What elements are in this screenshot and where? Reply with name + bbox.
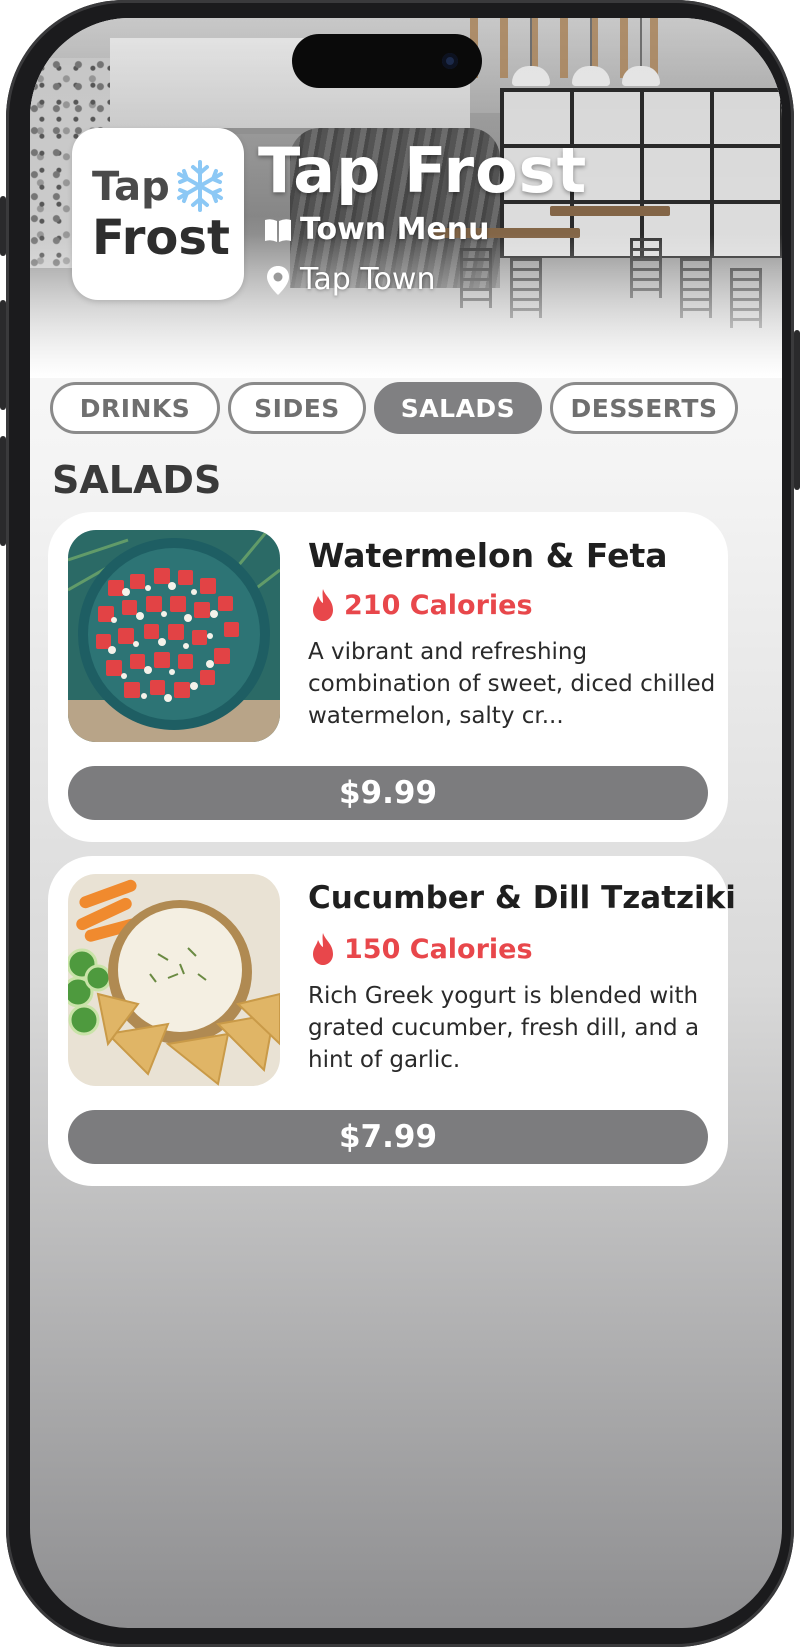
tzatziki-photo — [68, 874, 280, 1086]
price-button[interactable]: $9.99 — [68, 766, 708, 820]
item-name: Cucumber & Dill Tzatziki — [308, 880, 736, 916]
menu-item-card[interactable]: Cucumber & Dill Tzatziki 150 Calories Ri… — [48, 856, 736, 1186]
tab-sides[interactable]: SIDES — [228, 382, 366, 434]
snowflake-icon — [177, 160, 223, 212]
item-description: Rich Greek yogurt is blended with grated… — [308, 983, 700, 1073]
tab-drinks[interactable]: DRINKS — [50, 382, 220, 434]
logo-text-tap: Tap — [92, 164, 170, 210]
watermelon-feta-photo — [68, 530, 280, 742]
category-tabs: DRINKS SIDES SALADS DESSERTS — [50, 382, 770, 434]
menu-name: Town Menu — [300, 212, 490, 247]
volume-down-button — [0, 436, 6, 546]
tab-desserts[interactable]: DESSERTS — [550, 382, 738, 434]
section-title: SALADS — [52, 458, 222, 502]
menu-item-card[interactable]: Watermelon & Feta 210 Calories A vibrant… — [48, 512, 728, 842]
dynamic-island — [292, 34, 482, 88]
app-screen: Tap Frost Tap Frost Town Menu Tap Town D… — [30, 18, 782, 1628]
location-pin-icon — [267, 265, 289, 295]
tab-salads[interactable]: SALADS — [374, 382, 542, 434]
calorie-row: 150 Calories — [308, 932, 533, 966]
menu-name-row: Town Menu — [262, 212, 490, 247]
item-description: A vibrant and refreshing combination of … — [308, 639, 716, 729]
item-calories: 210 Calories — [344, 589, 533, 621]
logo-text-frost: Frost — [92, 210, 230, 266]
item-calories: 150 Calories — [344, 933, 533, 965]
location-row: Tap Town — [262, 262, 435, 297]
item-name: Watermelon & Feta — [308, 536, 668, 575]
flame-icon — [313, 933, 333, 965]
phone-frame: Tap Frost Tap Frost Town Menu Tap Town D… — [0, 0, 800, 1647]
action-button — [0, 196, 6, 256]
power-button — [794, 330, 800, 490]
price-button[interactable]: $7.99 — [68, 1110, 708, 1164]
flame-icon — [313, 589, 333, 621]
camera-icon — [442, 53, 458, 69]
location-name: Tap Town — [300, 262, 436, 297]
book-icon — [265, 218, 291, 242]
volume-up-button — [0, 300, 6, 410]
calorie-row: 210 Calories — [308, 588, 533, 622]
restaurant-name: Tap Frost — [258, 134, 588, 207]
restaurant-logo: Tap Frost — [72, 128, 244, 300]
